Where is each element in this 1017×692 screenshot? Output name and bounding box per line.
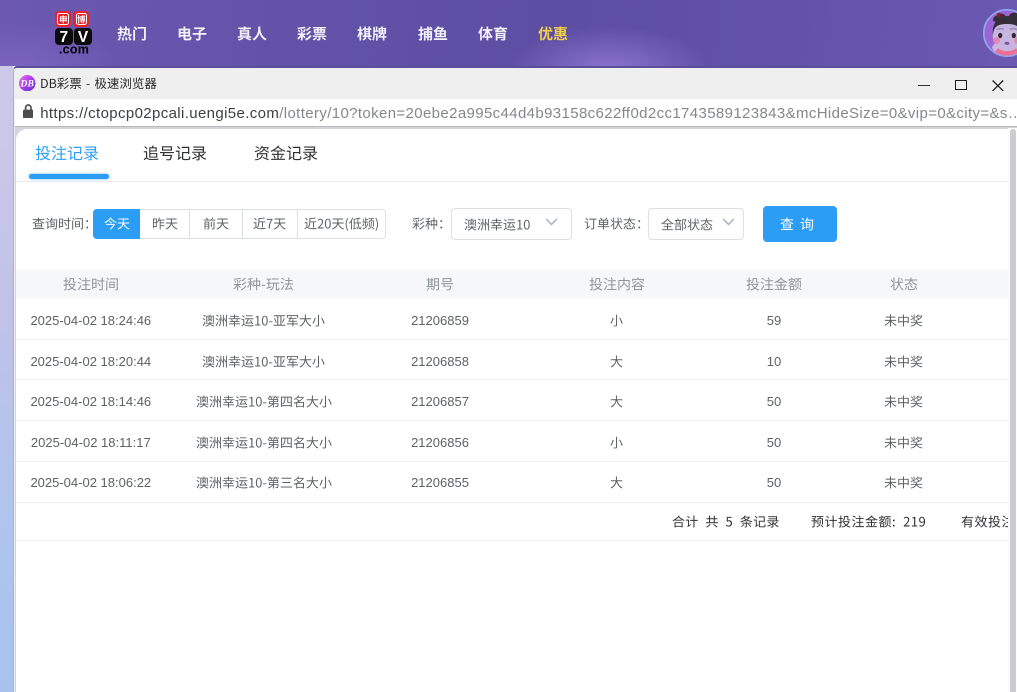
svg-text:.com: .com — [59, 44, 89, 56]
svg-text:DB: DB — [20, 78, 35, 89]
